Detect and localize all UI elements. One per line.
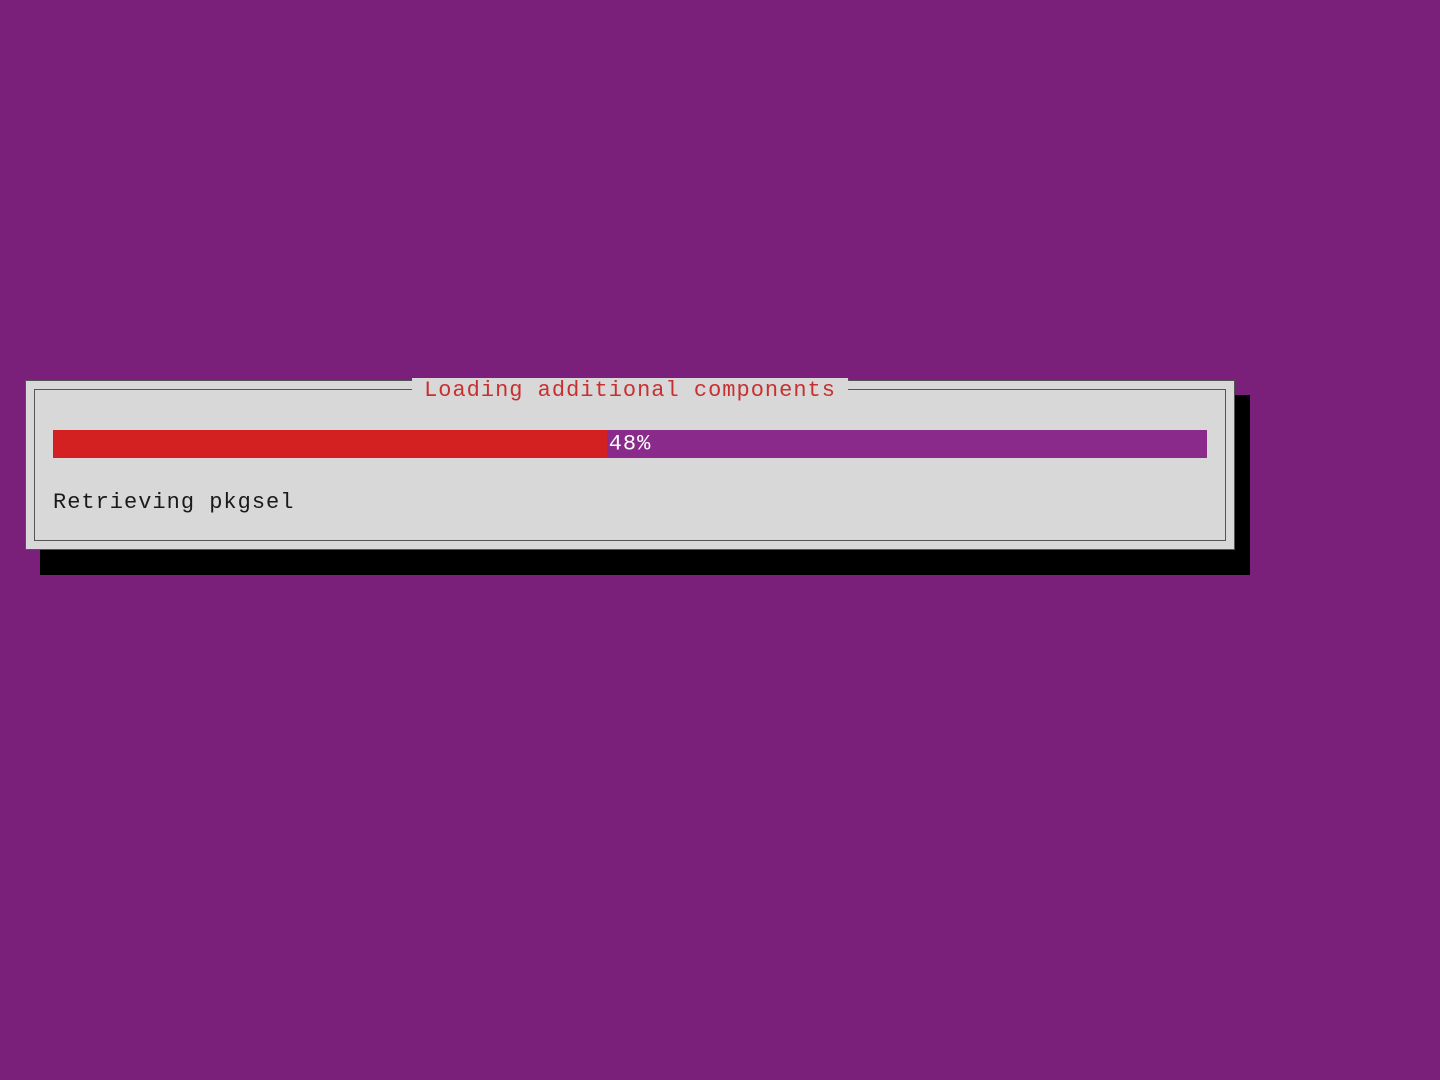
progress-dialog: Loading additional components 48% Retrie… (25, 380, 1235, 550)
progress-bar-track: 48% (53, 430, 1207, 458)
progress-bar-fill (53, 430, 607, 458)
dialog-border: Loading additional components 48% Retrie… (34, 389, 1226, 541)
progress-percentage-label: 48% (609, 432, 652, 457)
dialog-title: Loading additional components (412, 378, 848, 403)
status-message: Retrieving pkgsel (53, 490, 294, 515)
